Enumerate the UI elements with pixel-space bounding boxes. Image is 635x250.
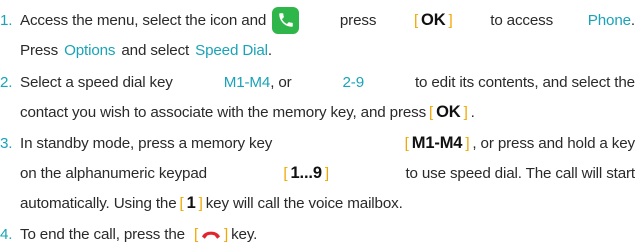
- step-3-line-3: automatically. Using the [ 1 ] key will …: [0, 188, 635, 218]
- bracket-close: ]: [224, 225, 229, 243]
- step-text: and select: [121, 41, 190, 59]
- step-1-line-2: Press Options and select Speed Dial.: [0, 35, 635, 65]
- bracket-open: [: [283, 164, 288, 182]
- step-4-line-1: 4. To end the call, press the [ ] key.: [0, 219, 635, 249]
- bracket-open: [: [193, 225, 199, 243]
- step-number: 2.: [0, 73, 13, 91]
- step-text: , or: [270, 73, 292, 91]
- step-text: To end the call, press the: [20, 225, 185, 243]
- options-term: Options: [64, 41, 116, 59]
- bracket-close: ]: [465, 134, 470, 152]
- bracket-open: [: [179, 194, 184, 212]
- phone-app-icon: [272, 6, 300, 34]
- step-1: 1. Access the menu, select the icon and …: [0, 5, 635, 65]
- ok-key-label: OK: [421, 10, 446, 29]
- step-2-line-2: contact you wish to associate with the m…: [0, 97, 635, 127]
- step-3-line-1: 3. In standby mode, press a memory key […: [0, 128, 635, 158]
- step-text: automatically. Using the: [20, 194, 177, 212]
- end-call-icon: [201, 228, 221, 240]
- step-number: 4.: [0, 225, 13, 243]
- bracket-open: [: [413, 11, 419, 29]
- bracket-close: ]: [198, 194, 203, 212]
- phone-menu-term: Phone: [587, 11, 631, 29]
- step-text: to edit its contents, and select the: [414, 73, 635, 91]
- step-3-line-2: on the alphanumeric keypad [ 1...9 ] to …: [0, 158, 635, 188]
- step-4: 4. To end the call, press the [ ] key.: [0, 219, 635, 249]
- keypad-range-label: 1...9: [290, 163, 323, 182]
- step-text: , or press and hold a key: [472, 134, 635, 152]
- ok-key-label: OK: [436, 102, 461, 121]
- step-2-line-1: 2. Select a speed dial key M1-M4, or 2-9…: [0, 67, 635, 97]
- step-1-line-1: 1. Access the menu, select the icon and …: [0, 5, 635, 35]
- step-2: 2. Select a speed dial key M1-M4, or 2-9…: [0, 67, 635, 127]
- number-range-term: 2-9: [342, 73, 364, 91]
- memory-keys-term: M1-M4: [223, 73, 271, 91]
- key-one-label: 1: [186, 193, 196, 212]
- step-text: Select a speed dial key: [20, 73, 173, 91]
- step-text: Access the menu, select the icon and: [20, 11, 267, 29]
- bracket-close: ]: [463, 103, 468, 121]
- step-text: In standby mode, press a memory key: [20, 134, 273, 152]
- step-text: .: [470, 103, 475, 121]
- step-text: .: [267, 41, 272, 59]
- memory-key-label: M1-M4: [411, 133, 463, 152]
- bracket-open: [: [404, 134, 409, 152]
- step-text: .: [630, 11, 635, 29]
- step-text: Press: [20, 41, 59, 59]
- step-number: 3.: [0, 134, 13, 152]
- speed-dial-term: Speed Dial: [195, 41, 268, 59]
- step-text: on the alphanumeric keypad: [20, 164, 207, 182]
- bracket-close: ]: [448, 11, 453, 29]
- step-text: key.: [231, 225, 258, 243]
- step-text: to access: [490, 11, 554, 29]
- step-number: 1.: [0, 11, 13, 29]
- step-text: contact you wish to associate with the m…: [20, 103, 427, 121]
- bracket-close: ]: [324, 164, 329, 182]
- step-text: to use speed dial. The call will start: [405, 164, 635, 182]
- step-3: 3. In standby mode, press a memory key […: [0, 128, 635, 218]
- step-text: key will call the voice mailbox.: [205, 194, 403, 212]
- bracket-open: [: [429, 103, 434, 121]
- step-text: press: [339, 11, 377, 29]
- instruction-list: 1. Access the menu, select the icon and …: [0, 0, 635, 250]
